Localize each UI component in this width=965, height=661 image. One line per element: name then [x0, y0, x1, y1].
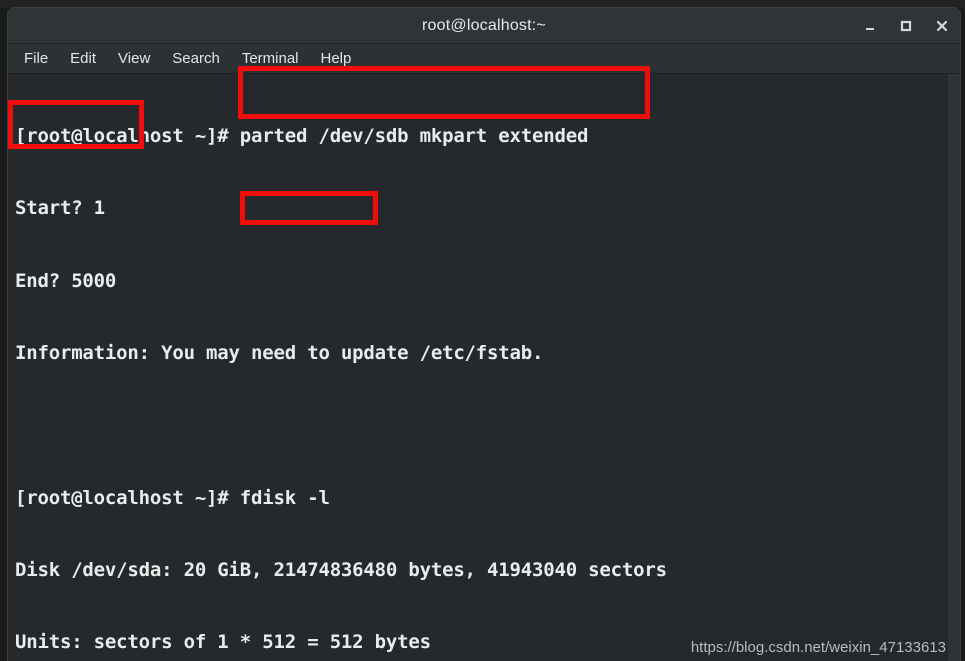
close-icon[interactable] [934, 18, 950, 34]
window-title: root@localhost:~ [422, 16, 546, 34]
terminal-line: [root@localhost ~]# parted /dev/sdb mkpa… [15, 125, 589, 148]
menu-item-edit[interactable]: Edit [70, 51, 96, 66]
menu-item-terminal[interactable]: Terminal [242, 51, 299, 66]
terminal-text: [root@localhost ~]# parted /dev/sdb mkpa… [15, 76, 948, 661]
menu-item-search[interactable]: Search [172, 51, 220, 66]
watermark-text: https://blog.csdn.net/weixin_47133613 [690, 639, 946, 656]
desktop-backdrop: root@localhost:~ File Edit View Search T… [0, 0, 965, 661]
title-bar[interactable]: root@localhost:~ [8, 8, 960, 44]
terminal-line: Start? 1 [15, 197, 105, 220]
menu-bar: File Edit View Search Terminal Help [8, 44, 960, 74]
menu-item-file[interactable]: File [24, 51, 48, 66]
terminal-line: End? 5000 [15, 269, 117, 292]
terminal-output-area[interactable]: [root@localhost ~]# parted /dev/sdb mkpa… [8, 74, 960, 661]
menu-item-view[interactable]: View [118, 51, 150, 66]
terminal-line: Disk /dev/sda: 20 GiB, 21474836480 bytes… [15, 558, 667, 581]
terminal-window: root@localhost:~ File Edit View Search T… [8, 8, 960, 661]
terminal-scrollbar[interactable] [948, 74, 960, 661]
terminal-line: Information: You may need to update /etc… [15, 342, 544, 365]
terminal-line: [root@localhost ~]# fdisk -l [15, 486, 330, 509]
window-controls [862, 8, 950, 43]
menu-item-help[interactable]: Help [321, 51, 352, 66]
maximize-icon[interactable] [898, 18, 914, 34]
minimize-icon[interactable] [862, 18, 878, 34]
